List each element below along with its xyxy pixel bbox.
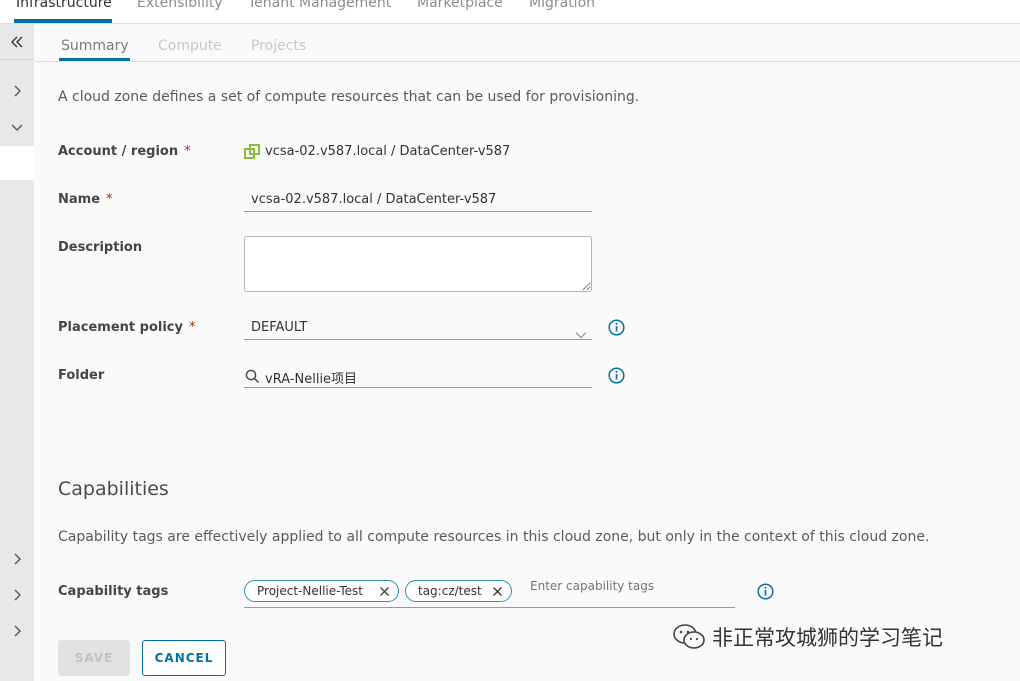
name-input[interactable]: vcsa-02.v587.local / DataCenter-v587 — [251, 192, 496, 207]
name-label: Name * — [58, 192, 113, 207]
name-input-underline — [244, 211, 592, 212]
tab-summary[interactable]: Summary — [61, 38, 129, 54]
active-subtab-indicator — [59, 58, 130, 61]
watermark: 非正常攻城狮的学习笔记 — [672, 622, 943, 652]
info-circle-icon[interactable] — [608, 367, 625, 384]
chevron-right-icon[interactable] — [0, 583, 34, 607]
sidebar-divider — [0, 59, 34, 60]
chevron-right-icon[interactable] — [0, 79, 34, 103]
placement-policy-underline — [244, 339, 592, 340]
vsphere-icon — [244, 144, 260, 160]
left-sidebar — [0, 24, 34, 681]
folder-search-input[interactable]: vRA-Nellie项目 — [265, 368, 357, 387]
folder-label: Folder — [58, 368, 105, 383]
capability-tags-label: Capability tags — [58, 584, 169, 599]
tab-marketplace[interactable]: Marketplace — [417, 0, 503, 11]
required-mark: * — [184, 144, 191, 159]
capability-tag: Project-Nellie-Test — [244, 580, 399, 602]
cancel-button[interactable]: CANCEL — [142, 640, 226, 676]
save-button[interactable]: SAVE — [58, 640, 130, 676]
wechat-logo-icon — [672, 623, 706, 651]
placement-policy-select[interactable]: DEFAULT — [251, 320, 307, 335]
tab-compute[interactable]: Compute — [158, 38, 222, 54]
close-icon[interactable] — [379, 586, 390, 597]
description-textarea[interactable] — [244, 236, 592, 292]
chevron-down-icon[interactable] — [575, 324, 587, 339]
sub-tabs: Summary Compute Projects — [34, 24, 1020, 62]
capability-tag: tag:cz/test — [405, 580, 512, 602]
double-chevron-left-icon[interactable] — [0, 30, 34, 54]
top-navigation: Infrastructure Extensibility Tenant Mana… — [0, 0, 1020, 24]
tab-infrastructure[interactable]: Infrastructure — [16, 0, 112, 11]
tab-tenant-management[interactable]: Tenant Management — [248, 0, 391, 11]
capability-tags-input[interactable] — [530, 579, 730, 593]
chevron-right-icon[interactable] — [0, 547, 34, 571]
intro-text: A cloud zone defines a set of compute re… — [58, 89, 640, 105]
search-icon — [245, 369, 260, 384]
placement-policy-label: Placement policy * — [58, 320, 196, 335]
chevron-down-icon[interactable] — [0, 115, 34, 139]
watermark-text: 非正常攻城狮的学习笔记 — [712, 626, 943, 650]
required-mark: * — [106, 192, 113, 207]
capabilities-description: Capability tags are effectively applied … — [58, 529, 930, 545]
required-mark: * — [188, 320, 196, 335]
close-icon[interactable] — [492, 586, 503, 597]
tab-extensibility[interactable]: Extensibility — [137, 0, 223, 11]
info-circle-icon[interactable] — [757, 583, 774, 600]
account-region-label: Account / region * — [58, 144, 191, 159]
info-circle-icon[interactable] — [608, 319, 625, 336]
chevron-right-icon[interactable] — [0, 619, 34, 643]
capability-tags-underline — [244, 607, 735, 608]
tab-migration[interactable]: Migration — [529, 0, 595, 11]
description-label: Description — [58, 240, 143, 255]
tab-projects[interactable]: Projects — [251, 38, 306, 54]
folder-input-underline — [244, 387, 592, 388]
active-tab-indicator — [14, 19, 112, 23]
account-region-value: vcsa-02.v587.local / DataCenter-v587 — [265, 144, 511, 159]
capabilities-title: Capabilities — [58, 478, 169, 500]
sidebar-selected-item[interactable] — [0, 146, 34, 180]
